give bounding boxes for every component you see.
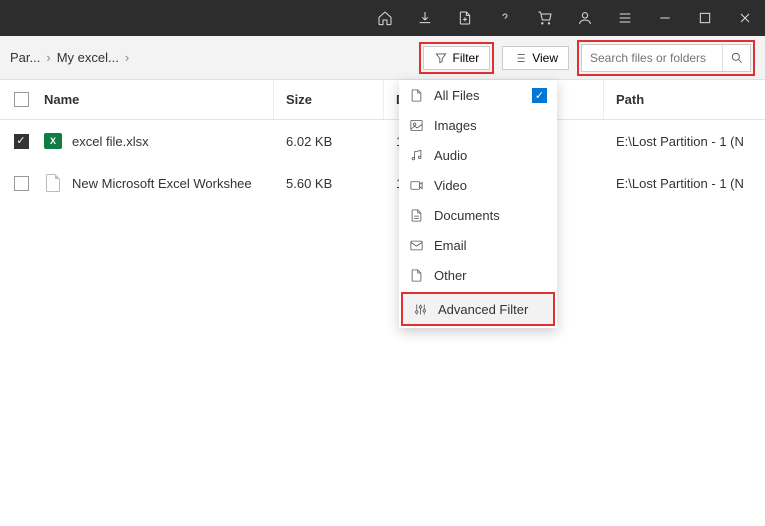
- dd-label: Images: [434, 118, 477, 133]
- list-icon: [513, 51, 527, 65]
- close-icon[interactable]: [725, 0, 765, 36]
- minimize-icon[interactable]: [645, 0, 685, 36]
- image-icon: [409, 118, 424, 133]
- export-icon[interactable]: [445, 0, 485, 36]
- excel-icon: X: [44, 132, 62, 150]
- header-path[interactable]: Path: [604, 80, 765, 119]
- view-label: View: [532, 51, 558, 65]
- dd-label: All Files: [434, 88, 480, 103]
- breadcrumb-root[interactable]: Par...: [10, 50, 40, 65]
- file-path: E:\Lost Partition - 1 (N: [604, 162, 765, 204]
- search-box: [581, 44, 751, 72]
- file-size: 6.02 KB: [274, 120, 384, 162]
- search-button[interactable]: [722, 45, 750, 71]
- dd-label: Advanced Filter: [438, 302, 528, 317]
- filter-button[interactable]: Filter: [423, 46, 491, 70]
- view-button[interactable]: View: [502, 46, 569, 70]
- sliders-icon: [413, 302, 428, 317]
- file-name: excel file.xlsx: [72, 134, 149, 149]
- maximize-icon[interactable]: [685, 0, 725, 36]
- dd-label: Documents: [434, 208, 500, 223]
- filter-images[interactable]: Images: [399, 110, 557, 140]
- table-row[interactable]: New Microsoft Excel Workshee 5.60 KB 15 …: [0, 162, 765, 204]
- filter-advanced[interactable]: Advanced Filter: [403, 294, 553, 324]
- advanced-filter-highlight: Advanced Filter: [401, 292, 555, 326]
- help-icon[interactable]: [485, 0, 525, 36]
- row-checkbox[interactable]: [14, 134, 29, 149]
- filter-all-files[interactable]: All Files: [399, 80, 557, 110]
- filter-label: Filter: [453, 51, 480, 65]
- filter-video[interactable]: Video: [399, 170, 557, 200]
- filter-icon: [434, 51, 448, 65]
- dd-label: Email: [434, 238, 467, 253]
- filter-dropdown: All Files Images Audio Video Documents E…: [399, 80, 557, 328]
- file-icon: [409, 88, 424, 103]
- header-name[interactable]: Name: [42, 80, 274, 119]
- select-all-checkbox[interactable]: [14, 92, 29, 107]
- table-header: Name Size D Path: [0, 80, 765, 120]
- menu-icon[interactable]: [605, 0, 645, 36]
- breadcrumb: Par... › My excel... ›: [10, 50, 419, 65]
- chevron-right-icon: ›: [46, 50, 50, 65]
- filter-highlight: Filter: [419, 42, 495, 74]
- file-size: 5.60 KB: [274, 162, 384, 204]
- download-icon[interactable]: [405, 0, 445, 36]
- toolbar: Par... › My excel... › Filter View: [0, 36, 765, 80]
- cart-icon[interactable]: [525, 0, 565, 36]
- account-icon[interactable]: [565, 0, 605, 36]
- file-table: Name Size D Path X excel file.xlsx 6.02 …: [0, 80, 765, 204]
- table-row[interactable]: X excel file.xlsx 6.02 KB 15 E:\Lost Par…: [0, 120, 765, 162]
- audio-icon: [409, 148, 424, 163]
- file-path: E:\Lost Partition - 1 (N: [604, 120, 765, 162]
- titlebar: [0, 0, 765, 36]
- search-highlight: [577, 40, 755, 76]
- row-checkbox[interactable]: [14, 176, 29, 191]
- file-icon: [44, 174, 62, 192]
- dd-label: Audio: [434, 148, 467, 163]
- dd-label: Other: [434, 268, 467, 283]
- filter-documents[interactable]: Documents: [399, 200, 557, 230]
- dd-label: Video: [434, 178, 467, 193]
- header-size[interactable]: Size: [274, 80, 384, 119]
- other-icon: [409, 268, 424, 283]
- email-icon: [409, 238, 424, 253]
- filter-audio[interactable]: Audio: [399, 140, 557, 170]
- search-input[interactable]: [582, 51, 722, 65]
- filter-other[interactable]: Other: [399, 260, 557, 290]
- check-icon: [532, 88, 547, 103]
- filter-email[interactable]: Email: [399, 230, 557, 260]
- breadcrumb-folder[interactable]: My excel...: [57, 50, 119, 65]
- header-checkbox-col: [0, 92, 42, 107]
- video-icon: [409, 178, 424, 193]
- home-icon[interactable]: [365, 0, 405, 36]
- file-name: New Microsoft Excel Workshee: [72, 176, 252, 191]
- document-icon: [409, 208, 424, 223]
- search-icon: [730, 51, 744, 65]
- chevron-right-icon: ›: [125, 50, 129, 65]
